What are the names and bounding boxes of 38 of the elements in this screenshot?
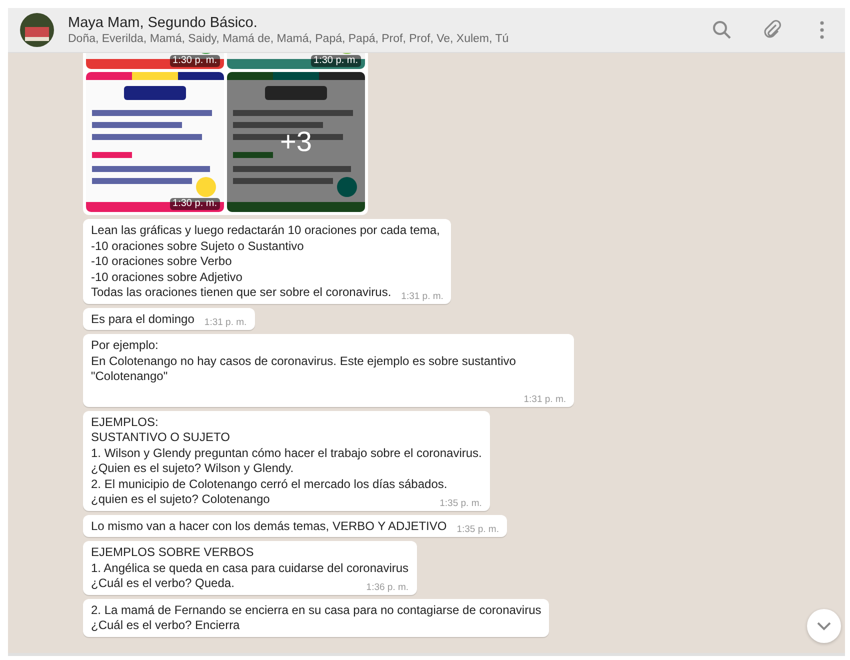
message-text: Lo mismo van a hacer con los demás temas, VERBO Y ADJETIVO (91, 518, 447, 534)
message-time: 1:31 p. m. (204, 318, 247, 328)
message-time: 1:31 p. m. (524, 394, 566, 404)
message-time: 1:36 p. m. (366, 582, 409, 592)
message-time: 1:30 p. m. (170, 198, 220, 210)
message-text: 1. Wilson y Glendy preguntan cómo hacer el trabajo sobre el coronavirus. (91, 446, 482, 461)
message-text: -10 oraciones sobre Verbo (91, 254, 233, 270)
image-album[interactable]: 1:30 p. m. 1:30 p. m. 1:30 p. m. +3 (83, 53, 368, 215)
participants-list: Doña, Everilda, Mamá, Saidy, Mamá de, Mamá, Papá, Papá, Prof, Prof, Ve, Xulem, Tú (68, 33, 683, 45)
message-text: EJEMPLOS: (91, 414, 160, 430)
message-time: 1:31 p. m. (401, 292, 444, 302)
message-text: ¿Cuál es el verbo? Encierra (91, 618, 240, 634)
message-text: Es para el domingo (91, 312, 194, 327)
message-time: 1:35 p. m. (440, 498, 482, 508)
chat-title: Maya Mam, Segundo Básico. (68, 15, 258, 31)
message-text: ¿Cuál es el verbo? Queda. (91, 576, 234, 592)
message-text: 2. El municipio de Colotenango cerró el mercado los días sábados. (91, 476, 448, 492)
message-time: 1:30 p. m. (310, 55, 361, 67)
message-text: EJEMPLOS SOBRE VERBOS (91, 545, 255, 560)
message-text: Todas las oraciones tienen que ser sobre el coronavirus. (91, 285, 392, 300)
message-text: SUSTANTIVO O SUJETO (91, 430, 231, 446)
message-text: 1. Angélica se queda en casa para cuidarse del coronavirus (91, 560, 409, 576)
scroll-down-button[interactable] (807, 609, 841, 643)
message-text: ¿Quien es el sujeto? Wilson y Glendy. (91, 461, 295, 476)
message-text: Lean las gráficas y luego redactarán 10 oraciones por cada tema, (91, 223, 441, 238)
message-time: 1:30 p. m. (170, 55, 220, 67)
message-text: En Colotenango no hay casos de coronavirus. Este ejemplo es sobre sustantivo "Colotenango" (91, 354, 517, 384)
message-text: 2. La mamá de Fernando se encierra en su casa para no contagiarse de coronavirus (91, 602, 542, 618)
search-icon[interactable] (711, 19, 733, 41)
chevron-down-icon (817, 622, 831, 630)
paperclip-icon[interactable] (761, 19, 783, 41)
group-avatar[interactable] (20, 13, 54, 47)
message-text: -10 oraciones sobre Sujeto o Sustantivo (91, 238, 305, 254)
more-images-count[interactable]: +3 (280, 126, 312, 158)
message-text: Por ejemplo: (91, 338, 160, 354)
message-text: ¿quien es el sujeto? Colotenango (91, 492, 270, 508)
message-text: -10 oraciones sobre Adjetivo (91, 270, 244, 285)
message-time: 1:35 p. m. (456, 525, 499, 535)
